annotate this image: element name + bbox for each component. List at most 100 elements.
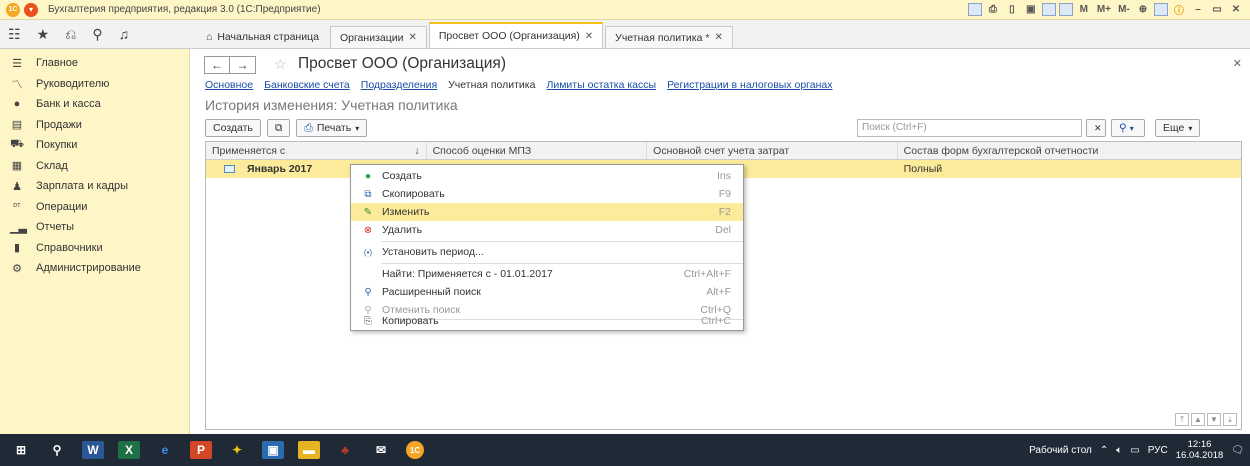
paint-icon[interactable]: ✦	[226, 441, 248, 459]
trend-icon: 〽	[11, 78, 23, 91]
powerpoint-icon[interactable]: P	[190, 441, 212, 459]
network-icon[interactable]: ▭	[1130, 445, 1139, 456]
back-button[interactable]: ←	[204, 56, 230, 74]
column-header[interactable]: Состав форм бухгалтерской отчетности	[898, 142, 1241, 159]
window-icon[interactable]	[1154, 3, 1168, 16]
menu-item-find[interactable]: Найти: Применяется с - 01.01.2017 Ctrl+A…	[351, 265, 743, 283]
desktop-label[interactable]: Рабочий стол	[1029, 445, 1092, 456]
tab-home[interactable]: ⌂ Начальная страница	[197, 26, 328, 48]
onec-taskbar-icon[interactable]: 1С	[406, 441, 424, 459]
tab-accounting-policy[interactable]: Учетная политика * ✕	[605, 26, 733, 48]
coin-icon: ●	[13, 98, 21, 111]
scroll-down-button[interactable]: ▼	[1207, 413, 1221, 426]
favorites-star-icon[interactable]: ★	[37, 26, 50, 43]
menu-item-edit[interactable]: ✎ Изменить F2	[351, 203, 743, 221]
create-button[interactable]: Создать	[205, 119, 261, 137]
save-icon[interactable]: ▣	[1023, 2, 1039, 17]
clock[interactable]: 12:16 16.04.2018	[1176, 439, 1224, 461]
grid-icon[interactable]	[967, 3, 982, 16]
start-button-icon[interactable]: ⊞	[10, 441, 32, 459]
apps-grid-icon[interactable]: ☷	[8, 26, 21, 43]
edge-icon[interactable]: e	[154, 441, 176, 459]
close-form-icon[interactable]: ✕	[1233, 57, 1242, 70]
link-cash-limits[interactable]: Лимиты остатка кассы	[546, 79, 656, 91]
menu-item-set-period[interactable]: (•) Установить период...	[351, 243, 743, 261]
home-icon: ⌂	[206, 31, 213, 43]
word-icon[interactable]: W	[82, 441, 104, 459]
section-subtitle: История изменения: Учетная политика	[205, 97, 458, 113]
memory-mminus-button[interactable]: M-	[1116, 2, 1132, 17]
floppy-icon[interactable]: ▣	[262, 441, 284, 459]
mail-icon[interactable]: ✉	[370, 441, 392, 459]
app-logo-icon[interactable]: 1С	[6, 2, 20, 17]
link-main[interactable]: Основное	[205, 79, 253, 91]
excel-icon[interactable]: X	[118, 441, 140, 459]
clear-search-button[interactable]: ✕	[1086, 119, 1106, 137]
search-icon[interactable]: ⚲	[46, 441, 68, 459]
app-menu-icon[interactable]: ▾	[24, 2, 38, 17]
link-bank-accounts[interactable]: Банковские счета	[264, 79, 350, 91]
language-indicator[interactable]: РУС	[1148, 445, 1168, 456]
forward-button[interactable]: →	[230, 56, 256, 74]
column-header[interactable]: Способ оценки МПЗ	[427, 142, 648, 159]
volume-icon[interactable]: 🔈︎	[1116, 445, 1122, 456]
tab-close-icon[interactable]: ✕	[408, 32, 416, 43]
search-icon[interactable]: ⚲	[92, 26, 102, 43]
maximize-button[interactable]: ▭	[1209, 2, 1225, 17]
tab-organization-prosvet[interactable]: Просвет ООО (Организация) ✕	[428, 22, 604, 48]
link-accounting-policy[interactable]: Учетная политика	[448, 79, 535, 91]
print-button[interactable]: ⎙ Печать ▾	[296, 119, 368, 137]
favorite-star-icon[interactable]: ☆	[274, 56, 287, 73]
more-button[interactable]: Еще ▾	[1155, 119, 1201, 137]
zoom-icon[interactable]: ⊕	[1135, 2, 1151, 17]
memory-mplus-button[interactable]: M+	[1095, 2, 1113, 17]
sidebar-item-bank[interactable]: ● Банк и касса	[0, 94, 189, 115]
scroll-bottom-button[interactable]: ⤓	[1223, 413, 1237, 426]
preview-icon[interactable]: ▯	[1004, 2, 1020, 17]
link-departments[interactable]: Подразделения	[361, 79, 437, 91]
menu-item-advanced-search[interactable]: ⚲ Расширенный поиск Alt+F	[351, 283, 743, 301]
cart-icon: ⛟	[10, 138, 24, 151]
notifications-bell-icon[interactable]: ♫	[119, 26, 130, 42]
memory-m-button[interactable]: M	[1076, 2, 1092, 17]
pencil-icon: ✎	[363, 206, 373, 218]
tab-close-icon[interactable]: ✕	[585, 31, 593, 42]
sidebar-item-reports[interactable]: ▁▃ Отчеты	[0, 217, 189, 238]
sidebar-item-manager[interactable]: 〽 Руководителю	[0, 74, 189, 95]
tab-organizations[interactable]: Организации ✕	[329, 26, 427, 48]
sidebar-item-operations[interactable]: ᴰᵀ Операции	[0, 197, 189, 218]
history-icon[interactable]: ⎌	[65, 26, 76, 43]
search-button[interactable]: ⚲ ▾	[1111, 119, 1145, 137]
notifications-icon[interactable]: 🗨︎	[1231, 445, 1244, 456]
explorer-icon[interactable]: ▬	[298, 441, 320, 459]
minimize-button[interactable]: –	[1190, 2, 1206, 17]
close-window-button[interactable]: ✕	[1228, 2, 1244, 17]
sidebar-item-warehouse[interactable]: ▦ Склад	[0, 156, 189, 177]
app-icon[interactable]: ♣	[334, 441, 356, 459]
sidebar-item-directories[interactable]: ▮ Справочники	[0, 238, 189, 259]
info-icon[interactable]: ⓘ	[1171, 2, 1187, 17]
sidebar-item-purchases[interactable]: ⛟ Покупки	[0, 135, 189, 156]
sidebar-item-admin[interactable]: ⚙ Администрирование	[0, 258, 189, 279]
scroll-up-button[interactable]: ▲	[1191, 413, 1205, 426]
sidebar-item-main[interactable]: ☰ Главное	[0, 53, 189, 74]
plus-circle-icon: ●	[364, 170, 372, 182]
search-input[interactable]: Поиск (Ctrl+F)	[857, 119, 1082, 137]
column-header[interactable]: Основной счет учета затрат	[647, 142, 898, 159]
calendar-icon[interactable]	[1041, 3, 1056, 16]
scroll-top-button[interactable]: ⤒	[1175, 413, 1189, 426]
sidebar-item-salary[interactable]: ♟ Зарплата и кадры	[0, 176, 189, 197]
menu-item-duplicate[interactable]: ⧉ Скопировать F9	[351, 185, 743, 203]
link-tax-registrations[interactable]: Регистрации в налоговых органах	[667, 79, 832, 91]
tab-close-icon[interactable]: ✕	[714, 32, 722, 43]
window-titlebar: 1С ▾ Бухгалтерия предприятия, редакция 3…	[0, 0, 1250, 20]
column-header[interactable]: Применяется с ↓	[206, 142, 427, 159]
menu-item-copy[interactable]: ⎘ Копировать Ctrl+C	[351, 312, 743, 330]
chevron-up-icon[interactable]: ⌃	[1100, 445, 1108, 456]
menu-item-delete[interactable]: ⊗ Удалить Del	[351, 221, 743, 239]
calculator-icon[interactable]	[1058, 3, 1073, 16]
menu-item-create[interactable]: ● Создать Ins	[351, 167, 743, 185]
sidebar-item-sales[interactable]: ▤ Продажи	[0, 115, 189, 136]
copy-button[interactable]: ⧉	[266, 119, 291, 137]
print-icon[interactable]: ⎙	[985, 2, 1001, 17]
